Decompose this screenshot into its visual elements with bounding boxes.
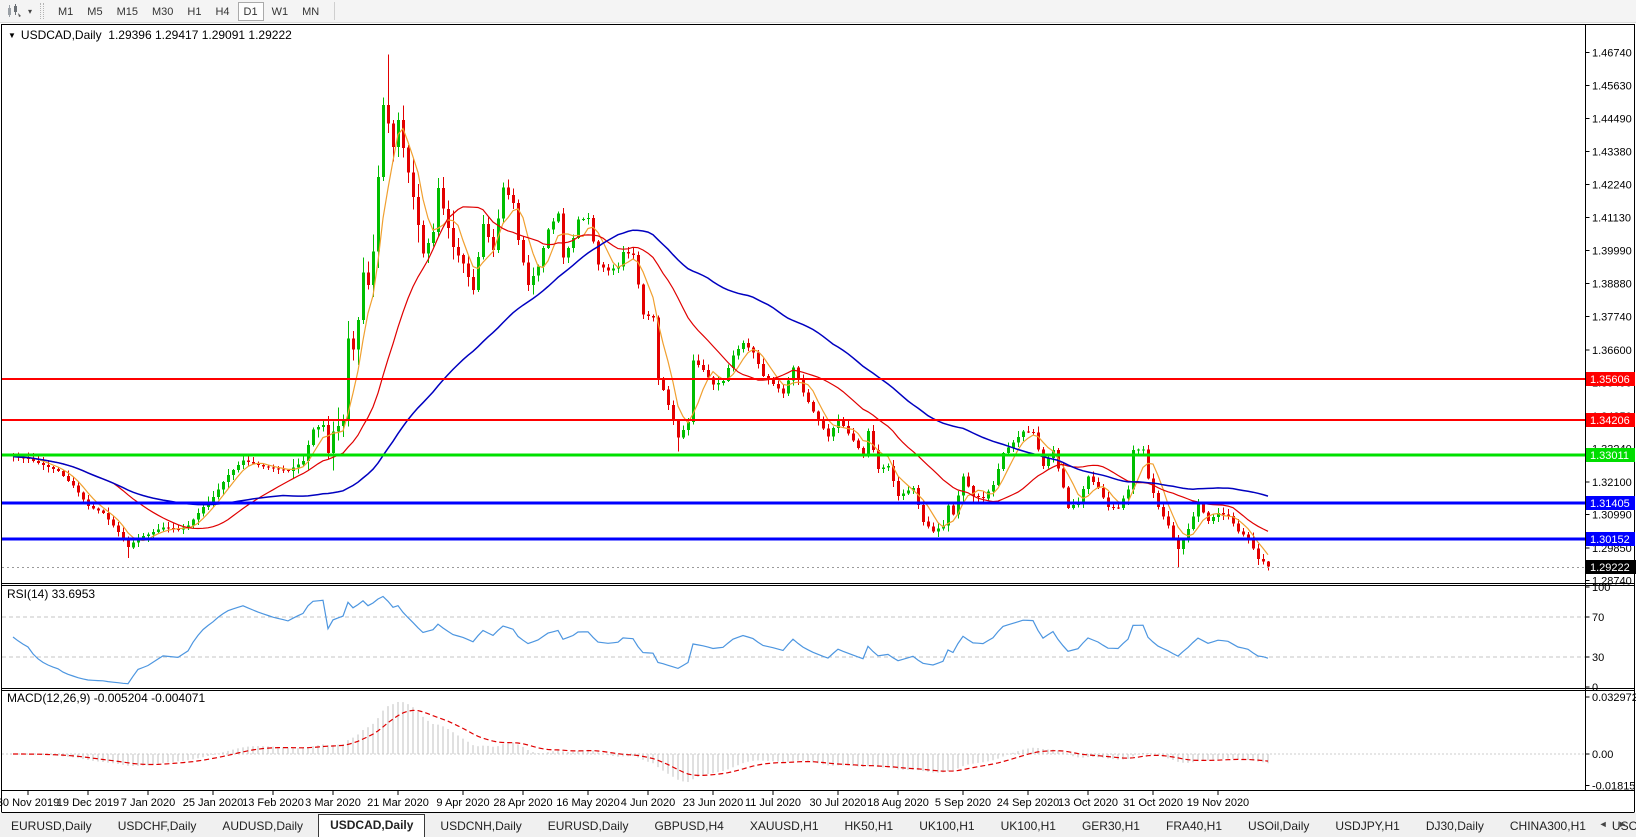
top-toolbar: ▾ M1 M5 M15 M30 H1 H4 D1 W1 MN [0,0,1636,23]
chart-periods-icon-glyph [8,4,21,17]
svg-text:100: 100 [1592,582,1610,594]
timeframe-buttons: M1 M5 M15 M30 H1 H4 D1 W1 MN [51,1,326,21]
price-tags: 1.35606 1.34206 1.33011 1.31405 1.30152 1.292… [1586,372,1636,574]
svg-text:-0.01815: -0.01815 [1592,780,1635,792]
chart-tab-dj30-daily[interactable]: DJ30,Daily [1415,816,1495,837]
macd-panel-layer [2,701,1585,782]
svg-text:7 Jan 2020: 7 Jan 2020 [121,797,175,809]
svg-text:4 Jun 2020: 4 Jun 2020 [621,797,675,809]
level-lines-layer [2,378,1585,568]
svg-text:70: 70 [1592,612,1604,624]
timeframe-button-m30[interactable]: M30 [146,2,179,21]
candles-layer [12,54,1270,571]
chart-tabs-bar: EURUSD,Daily USDCHF,Daily AUDUSD,Daily USDC… [0,813,1636,837]
timeframe-button-w1[interactable]: W1 [266,2,295,21]
svg-text:25 Jan 2020: 25 Jan 2020 [183,797,244,809]
svg-text:1.41130: 1.41130 [1592,212,1631,224]
svg-text:23 Jun 2020: 23 Jun 2020 [683,797,744,809]
chart-tab-xauusd-h1[interactable]: XAUUSD,H1 [739,816,830,837]
svg-text:1.32100: 1.32100 [1592,477,1632,489]
chart-tab-usoil-daily[interactable]: USOil,Daily [1237,816,1320,837]
svg-text:1.38880: 1.38880 [1592,278,1632,290]
rsi-indicator-label: RSI(14) 33.6953 [7,587,96,601]
chart-periods-icon[interactable] [4,2,24,20]
ma-fast [12,127,1269,556]
rsi-panel-layer [2,595,1585,685]
timeframe-button-d1[interactable]: D1 [237,1,264,21]
timeframe-button-m5[interactable]: M5 [81,2,108,21]
chart-tab-usdjpy-h1[interactable]: USDJPY,H1 [1324,816,1410,837]
svg-text:21 Mar 2020: 21 Mar 2020 [367,797,429,809]
svg-text:1.29222: 1.29222 [1590,562,1630,574]
chart-window: 1.46740 1.45630 1.44490 1.43380 1.42240 1.411… [0,24,1636,813]
chart-title: ▼ USDCAD,Daily 1.29396 1.29417 1.29091 1.… [8,28,292,42]
tab-scroll-right-icon[interactable]: ► [1618,819,1631,829]
chart-tab-usdcad-daily[interactable]: USDCAD,Daily [318,814,426,837]
svg-text:19 Nov 2020: 19 Nov 2020 [1187,797,1249,809]
svg-text:1.37740: 1.37740 [1592,312,1632,324]
ma-medium [12,206,1269,532]
svg-text:30 Nov 2019: 30 Nov 2019 [0,797,59,809]
svg-text:31 Oct 2020: 31 Oct 2020 [1123,797,1183,809]
timeframe-button-h4[interactable]: H4 [209,2,235,21]
moving-averages-layer [12,127,1269,556]
toolbar-divider [334,2,336,20]
chart-tab-gbpusd-h4[interactable]: GBPUSD,H4 [643,816,734,837]
svg-text:1.43380: 1.43380 [1592,146,1632,158]
toolbar-grip[interactable] [40,3,44,19]
timeframe-button-m1[interactable]: M1 [52,2,79,21]
svg-text:0.032972: 0.032972 [1592,692,1636,704]
axis-labels: 1.46740 1.45630 1.44490 1.43380 1.42240 1.411… [0,48,1636,809]
macd-indicator-label: MACD(12,26,9) -0.005204 -0.004071 [7,691,206,705]
svg-text:28 Apr 2020: 28 Apr 2020 [493,797,552,809]
tab-scroll-left-icon[interactable]: ◄ [1599,819,1618,829]
svg-text:9 Apr 2020: 9 Apr 2020 [436,797,489,809]
svg-text:1.46740: 1.46740 [1592,48,1632,60]
svg-text:1.42240: 1.42240 [1592,180,1632,192]
timeframe-button-mn[interactable]: MN [296,2,325,21]
chart-tab-ger30-h1[interactable]: GER30,H1 [1071,816,1151,837]
svg-text:1.30152: 1.30152 [1590,534,1630,546]
svg-text:11 Jul 2020: 11 Jul 2020 [745,797,801,809]
chart-tab-eurusd-daily[interactable]: EURUSD,Daily [537,816,640,837]
toolbar-dropdown-caret-icon[interactable]: ▾ [24,7,36,16]
svg-text:1.30990: 1.30990 [1592,510,1632,522]
chart-tab-eurusd-daily[interactable]: EURUSD,Daily [0,816,103,837]
svg-text:30 Jul 2020: 30 Jul 2020 [810,797,867,809]
svg-text:1.36600: 1.36600 [1592,345,1632,357]
svg-text:24 Sep 2020: 24 Sep 2020 [997,797,1059,809]
price-chart-canvas[interactable]: 1.46740 1.45630 1.44490 1.43380 1.42240 1.411… [0,24,1636,813]
svg-text:1.44490: 1.44490 [1592,114,1632,126]
svg-text:1.35606: 1.35606 [1590,374,1630,386]
svg-text:13 Oct 2020: 13 Oct 2020 [1058,797,1118,809]
svg-text:1.39990: 1.39990 [1592,246,1632,258]
chart-tab-usdchf-daily[interactable]: USDCHF,Daily [107,816,208,837]
timeframe-button-m15[interactable]: M15 [111,2,144,21]
chart-symbol-period: USDCAD,Daily [20,28,102,42]
svg-text:1.33011: 1.33011 [1590,450,1629,462]
chart-tab-usdcnh-daily[interactable]: USDCNH,Daily [429,816,532,837]
svg-text:18 Aug 2020: 18 Aug 2020 [867,797,929,809]
svg-text:16 May 2020: 16 May 2020 [556,797,620,809]
tab-scroll-arrows: ◄ ► [1599,819,1631,829]
chart-tab-uk100-h1[interactable]: UK100,H1 [908,816,985,837]
svg-text:19 Dec 2019: 19 Dec 2019 [57,797,119,809]
ma-slow [12,229,1269,506]
svg-text:3 Mar 2020: 3 Mar 2020 [305,797,361,809]
svg-text:1.31405: 1.31405 [1590,498,1630,510]
timeframe-button-h1[interactable]: H1 [181,2,207,21]
svg-text:13 Feb 2020: 13 Feb 2020 [242,797,304,809]
svg-text:30: 30 [1592,652,1604,664]
chart-ohlc-values: 1.29396 1.29417 1.29091 1.29222 [101,28,292,42]
chart-tab-china300-h1[interactable]: CHINA300,H1 [1499,816,1597,837]
chart-tab-hk50-h1[interactable]: HK50,H1 [834,816,905,837]
collapse-indicator-icon[interactable]: ▼ [8,31,16,40]
chart-tab-audusd-daily[interactable]: AUDUSD,Daily [211,816,314,837]
chart-tab-fra40-h1[interactable]: FRA40,H1 [1155,816,1233,837]
svg-text:5 Sep 2020: 5 Sep 2020 [935,797,991,809]
svg-text:1.34206: 1.34206 [1590,415,1630,427]
svg-text:0.00: 0.00 [1592,749,1613,761]
svg-text:1.45630: 1.45630 [1592,80,1632,92]
chart-tab-uk100-h1[interactable]: UK100,H1 [990,816,1067,837]
